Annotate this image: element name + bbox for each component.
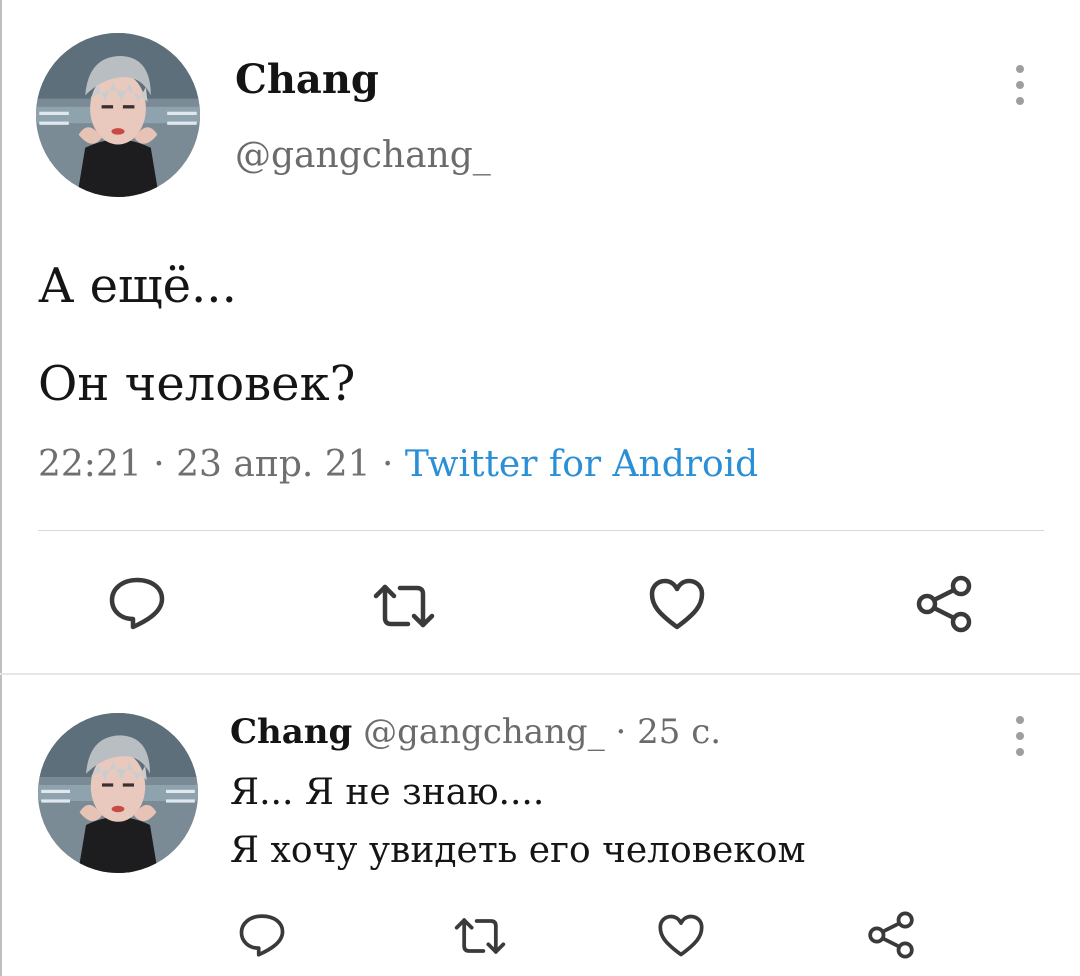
share-icon[interactable] xyxy=(914,574,974,634)
separator: · xyxy=(615,712,627,752)
author-name[interactable]: Chang xyxy=(235,56,379,103)
tweet-text-line-2: Он человек? xyxy=(38,356,356,412)
reply-header: Chang @gangchang_ · 25 с. xyxy=(230,712,721,752)
share-icon[interactable] xyxy=(866,910,916,960)
avatar-photo xyxy=(36,33,200,197)
left-frame-line xyxy=(0,0,2,976)
tweet-source-link[interactable]: Twitter for Android xyxy=(405,444,758,485)
retweet-icon[interactable] xyxy=(453,916,507,956)
separator: · xyxy=(382,444,394,485)
author-handle[interactable]: @gangchang_ xyxy=(363,712,605,752)
retweet-icon[interactable] xyxy=(372,582,436,630)
tweet-text-line-1: А ещё... xyxy=(38,258,237,314)
reply-time: 25 с. xyxy=(637,712,722,752)
avatar[interactable] xyxy=(38,713,198,873)
more-options-icon[interactable] xyxy=(1015,65,1025,105)
avatar-photo xyxy=(38,713,198,873)
reply-icon[interactable] xyxy=(238,912,286,958)
like-icon[interactable] xyxy=(648,577,706,631)
more-options-icon[interactable] xyxy=(1015,716,1025,756)
author-name[interactable]: Chang xyxy=(230,712,352,752)
reply-text-line-1: Я... Я не знаю.... xyxy=(230,772,545,813)
tweet-time: 22:21 xyxy=(38,444,142,485)
tweet-metadata: 22:21 · 23 апр. 21 · Twitter for Android xyxy=(38,444,758,485)
separator: · xyxy=(153,444,165,485)
reply-text-line-2: Я хочу увидеть его человеком xyxy=(230,830,806,871)
tweet-date: 23 апр. 21 xyxy=(176,444,371,485)
author-handle[interactable]: @gangchang_ xyxy=(235,135,491,176)
divider xyxy=(38,530,1044,531)
avatar[interactable] xyxy=(36,33,200,197)
section-divider xyxy=(0,673,1080,675)
reply-icon[interactable] xyxy=(108,575,166,631)
like-icon[interactable] xyxy=(657,913,705,958)
